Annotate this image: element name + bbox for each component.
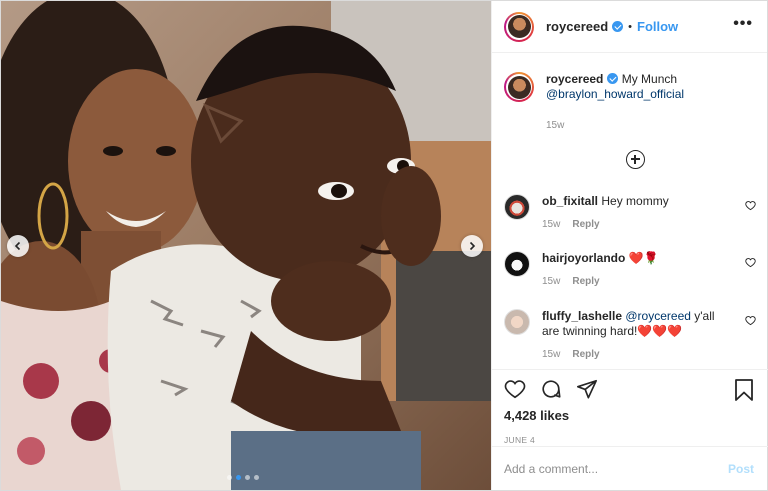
avatar-border bbox=[506, 74, 532, 100]
carousel-prev-button[interactable] bbox=[7, 235, 29, 257]
photo-image bbox=[1, 1, 491, 490]
chevron-left-icon bbox=[14, 241, 21, 251]
caption-time-label: 15w bbox=[546, 120, 565, 131]
action-bar bbox=[492, 370, 768, 408]
comment-username[interactable]: ob_fixitall bbox=[542, 194, 598, 208]
carousel-dot bbox=[254, 475, 259, 480]
heart-icon[interactable] bbox=[745, 257, 756, 268]
bookmark-icon[interactable] bbox=[734, 379, 754, 401]
more-icon[interactable]: ••• bbox=[733, 16, 753, 32]
carousel-indicator bbox=[227, 475, 259, 480]
comment-time: 15w bbox=[542, 349, 561, 360]
comment-body: ob_fixitall Hey mommy 15w Reply bbox=[542, 194, 732, 232]
verified-icon bbox=[612, 21, 624, 32]
heart-icon[interactable] bbox=[745, 200, 756, 211]
comment-item: fluffy_lashelle @roycereed y'all are twi… bbox=[504, 309, 756, 362]
post-date: JUNE 4 bbox=[504, 435, 536, 445]
avatar-border bbox=[506, 13, 532, 40]
share-icon[interactable] bbox=[576, 378, 598, 400]
caption-mention[interactable]: @braylon_howard_official bbox=[546, 87, 684, 101]
carousel-dot-active bbox=[236, 475, 241, 480]
post-caption: roycereed My Munch @braylon_howard_offic… bbox=[492, 54, 768, 133]
caption-avatar[interactable] bbox=[504, 72, 534, 102]
add-comment-bar: Post bbox=[492, 446, 768, 490]
comment-item: ob_fixitall Hey mommy 15w Reply bbox=[504, 194, 756, 232]
carousel-dot bbox=[227, 475, 232, 480]
caption-body: My Munch bbox=[621, 72, 678, 86]
post-actions: 4,428 likes JUNE 4 bbox=[492, 369, 768, 445]
follow-button[interactable]: Follow bbox=[637, 19, 678, 34]
comment-icon[interactable] bbox=[540, 378, 562, 400]
post-sidebar: roycereed • Follow ••• roycereed My Munc… bbox=[491, 1, 768, 490]
comments-section: roycereed My Munch @braylon_howard_offic… bbox=[492, 54, 768, 368]
caption-time: 15w bbox=[546, 118, 684, 133]
comment-username[interactable]: hairjoyorlando bbox=[542, 251, 625, 265]
caption-text: roycereed My Munch @braylon_howard_offic… bbox=[546, 72, 684, 133]
instagram-post: roycereed • Follow ••• roycereed My Munc… bbox=[0, 0, 768, 491]
post-header: roycereed • Follow ••• bbox=[492, 1, 767, 53]
comment-time: 15w bbox=[542, 276, 561, 287]
post-button[interactable]: Post bbox=[728, 462, 754, 476]
heart-icon[interactable] bbox=[504, 378, 526, 400]
commenter-avatar[interactable] bbox=[504, 251, 530, 277]
comment-body: fluffy_lashelle @roycereed y'all are twi… bbox=[542, 309, 732, 362]
comment-text: ❤️🌹 bbox=[628, 251, 659, 265]
comment-text: Hey mommy bbox=[601, 194, 669, 208]
separator-dot: • bbox=[628, 20, 633, 33]
heart-icon[interactable] bbox=[745, 315, 756, 326]
post-photo[interactable] bbox=[1, 1, 491, 490]
commenter-avatar[interactable] bbox=[504, 309, 530, 335]
reply-button[interactable]: Reply bbox=[572, 276, 599, 287]
likes-count[interactable]: 4,428 likes bbox=[492, 408, 768, 423]
comment-username[interactable]: fluffy_lashelle bbox=[542, 309, 622, 323]
commenter-avatar[interactable] bbox=[504, 194, 530, 220]
comment-time: 15w bbox=[542, 219, 561, 230]
avatar-image bbox=[507, 75, 531, 99]
author-username[interactable]: roycereed bbox=[546, 19, 608, 34]
comment-input[interactable] bbox=[504, 461, 714, 476]
comment-mention[interactable]: @roycereed bbox=[625, 309, 691, 323]
load-more-comments-icon[interactable] bbox=[626, 150, 645, 169]
comment-meta: 15w Reply bbox=[542, 217, 732, 232]
author-avatar[interactable] bbox=[504, 11, 534, 42]
comment-item: hairjoyorlando ❤️🌹 15w Reply bbox=[504, 251, 756, 289]
reply-button[interactable]: Reply bbox=[572, 219, 599, 230]
caption-username[interactable]: roycereed bbox=[546, 72, 603, 86]
carousel-next-button[interactable] bbox=[461, 235, 483, 257]
avatar-image bbox=[507, 15, 531, 38]
reply-button[interactable]: Reply bbox=[572, 349, 599, 360]
comment-body: hairjoyorlando ❤️🌹 15w Reply bbox=[542, 251, 732, 289]
verified-icon bbox=[607, 73, 619, 84]
chevron-right-icon bbox=[469, 241, 476, 251]
comment-meta: 15w Reply bbox=[542, 274, 732, 289]
comment-meta: 15w Reply bbox=[542, 347, 732, 362]
carousel-dot bbox=[245, 475, 250, 480]
